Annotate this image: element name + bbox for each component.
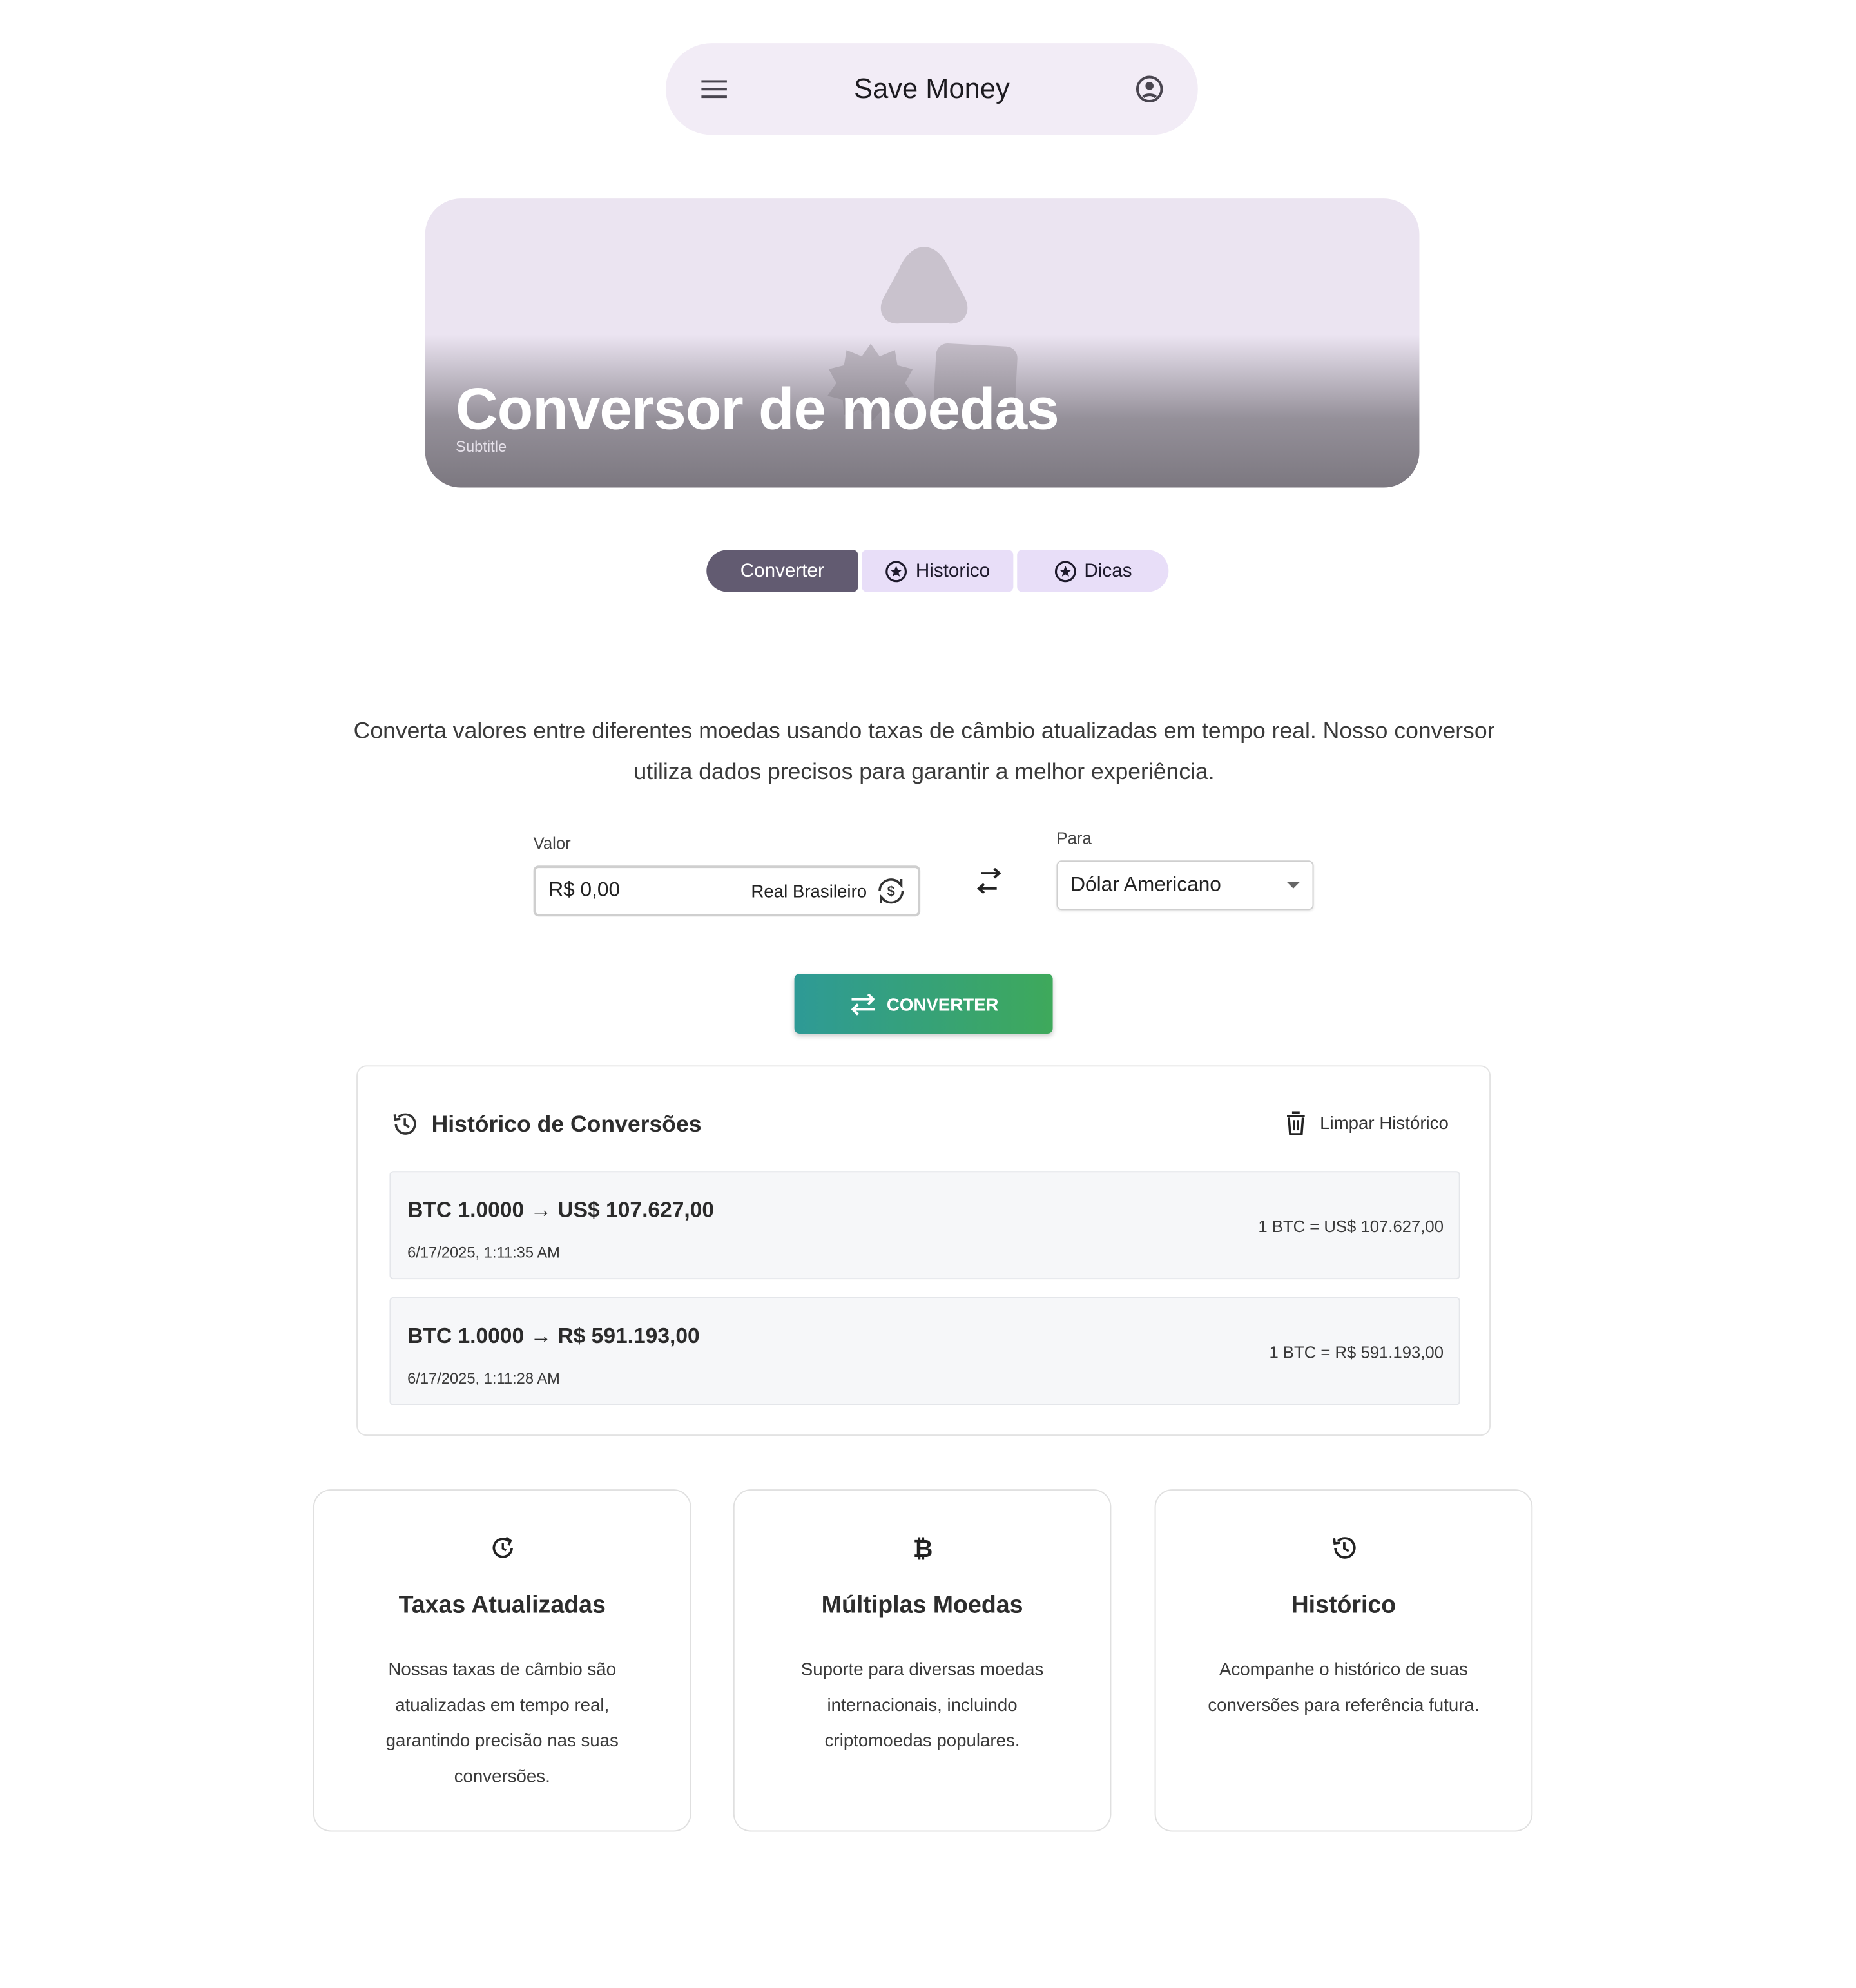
account-button[interactable] bbox=[1132, 72, 1167, 107]
history-card: Histórico de Conversões Limpar Histórico… bbox=[356, 1065, 1491, 1436]
bitcoin-icon: ₿ bbox=[913, 1534, 933, 1562]
trash-icon bbox=[1286, 1111, 1305, 1135]
swap-horizontal-icon bbox=[850, 992, 875, 1015]
history-header: Histórico de Conversões bbox=[391, 1110, 702, 1137]
history-item-rate: 1 BTC = US$ 107.627,00 bbox=[1258, 1217, 1444, 1237]
hero-subtitle: Subtitle bbox=[456, 438, 507, 456]
tab-dicas[interactable]: Dicas bbox=[1017, 550, 1169, 592]
feature-title: Taxas Atualizadas bbox=[398, 1592, 606, 1619]
clear-history-label: Limpar Histórico bbox=[1320, 1112, 1449, 1134]
top-app-bar: Save Money bbox=[666, 43, 1198, 135]
convert-button[interactable]: CONVERTER bbox=[794, 974, 1053, 1034]
feature-title: Histórico bbox=[1291, 1592, 1397, 1619]
tab-historico[interactable]: Historico bbox=[862, 550, 1014, 592]
account-circle-icon bbox=[1136, 75, 1163, 103]
history-item-timestamp: 6/17/2025, 1:11:28 AM bbox=[407, 1369, 560, 1388]
menu-button[interactable] bbox=[696, 72, 731, 107]
svg-text:$: $ bbox=[887, 883, 895, 900]
para-label: Para bbox=[1056, 828, 1092, 848]
clear-history-button[interactable]: Limpar Histórico bbox=[1284, 1110, 1449, 1135]
feature-description: Suporte para diversas moedas internacion… bbox=[800, 1658, 1044, 1751]
feature-card-historico: Histórico Acompanhe o histórico de suas … bbox=[1154, 1489, 1533, 1832]
menu-icon bbox=[701, 80, 727, 99]
to-currency-value: Dólar Americano bbox=[1070, 874, 1221, 896]
hero-card: Conversor de moedas Subtitle bbox=[425, 198, 1420, 488]
history-item-timestamp: 6/17/2025, 1:11:35 AM bbox=[407, 1243, 560, 1262]
valor-value: R$ 0,00 bbox=[548, 879, 621, 902]
app-title: Save Money bbox=[854, 72, 1010, 104]
page: Save Money Conversor de moedas Subtitle … bbox=[0, 0, 1856, 1988]
tab-converter-label: Converter bbox=[740, 560, 824, 582]
to-currency-select[interactable]: Dólar Americano bbox=[1056, 860, 1314, 911]
intro-text: Converta valores entre diferentes moedas… bbox=[353, 718, 1495, 784]
svg-text:₿: ₿ bbox=[913, 1534, 933, 1562]
chevron-down-icon bbox=[1287, 882, 1300, 889]
feature-title: Múltiplas Moedas bbox=[821, 1592, 1023, 1619]
swap-currencies-icon[interactable] bbox=[972, 868, 1005, 896]
history-item-rate: 1 BTC = R$ 591.193,00 bbox=[1269, 1342, 1444, 1362]
history-item: BTC 1.0000 → US$ 107.627,00 6/17/2025, 1… bbox=[389, 1171, 1460, 1280]
tab-dicas-label: Dicas bbox=[1084, 560, 1132, 582]
star-circle-icon bbox=[885, 560, 907, 582]
history-icon bbox=[393, 1113, 416, 1135]
convert-button-label: CONVERTER bbox=[886, 993, 999, 1014]
currency-exchange-icon[interactable]: $ bbox=[875, 874, 907, 907]
history-icon bbox=[1332, 1537, 1355, 1559]
history-item-conversion: BTC 1.0000 → US$ 107.627,00 bbox=[407, 1197, 715, 1222]
refresh-clock-icon bbox=[492, 1536, 512, 1558]
from-currency: Real Brasileiro bbox=[751, 880, 867, 902]
feature-description: Acompanhe o histórico de suas conversões… bbox=[1208, 1658, 1480, 1715]
star-circle-icon bbox=[1054, 560, 1076, 582]
history-item-conversion: BTC 1.0000 → R$ 591.193,00 bbox=[407, 1324, 700, 1348]
history-item: BTC 1.0000 → R$ 591.193,00 6/17/2025, 1:… bbox=[389, 1297, 1460, 1405]
feature-card-moedas: ₿ Múltiplas Moedas Suporte para diversas… bbox=[733, 1489, 1112, 1832]
history-title: Histórico de Conversões bbox=[431, 1110, 702, 1136]
segmented-tabs: Converter Historico Dicas bbox=[706, 550, 1169, 592]
feature-card-taxas: Taxas Atualizadas Nossas taxas de câmbio… bbox=[313, 1489, 691, 1832]
valor-label: Valor bbox=[533, 833, 571, 853]
feature-description: Nossas taxas de câmbio são atualizadas e… bbox=[385, 1658, 619, 1786]
valor-input[interactable]: R$ 0,00 Real Brasileiro $ bbox=[533, 865, 921, 917]
hero-title: Conversor de moedas bbox=[456, 375, 1059, 442]
tab-converter[interactable]: Converter bbox=[706, 550, 858, 592]
tab-historico-label: Historico bbox=[915, 560, 991, 582]
